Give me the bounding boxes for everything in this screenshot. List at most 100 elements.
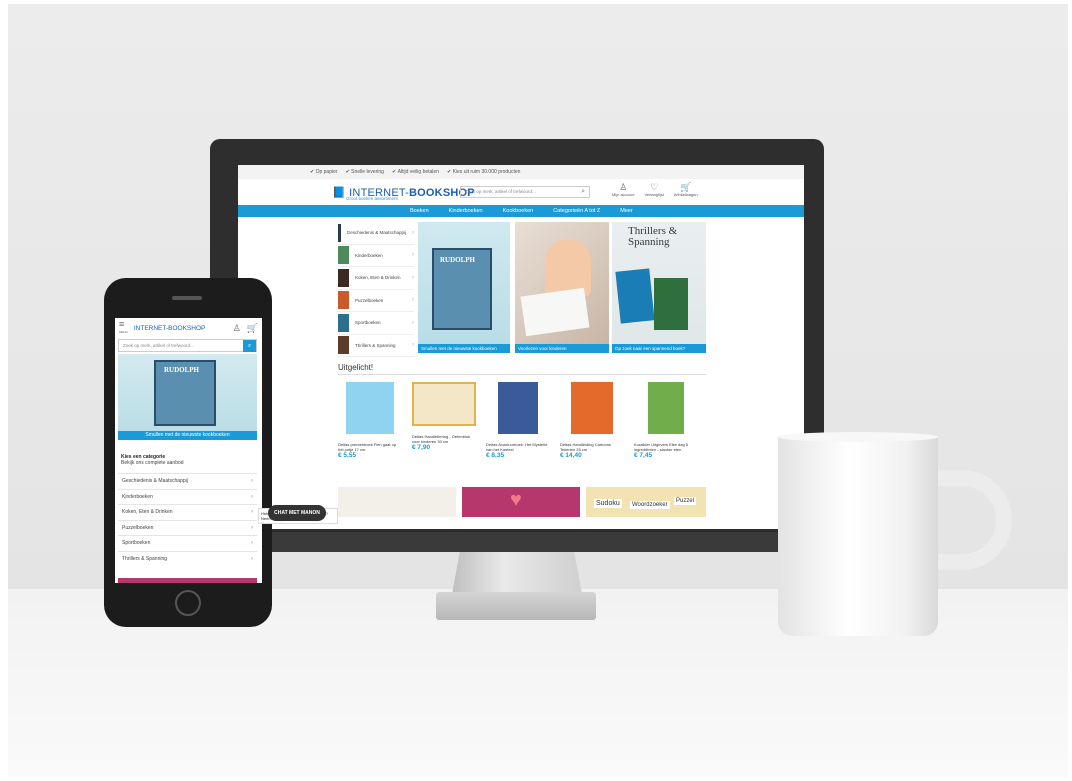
chevron-right-icon: ›	[412, 319, 414, 326]
account-link[interactable]: ♙ Mijn account	[612, 182, 634, 197]
mobile-header-icons: ♙ 🛒	[233, 323, 258, 334]
search-input[interactable]: Zoek op merk, artikel of trefwoord... ⌕	[460, 186, 590, 198]
open-book-image	[520, 287, 590, 337]
cart-icon[interactable]: 🛒	[247, 323, 258, 334]
mobile-search-input[interactable]: Zoek op merk, artikel of trefwoord... ⌕	[118, 339, 257, 352]
category-subheading: Bekijk ons complete aanbod	[121, 460, 184, 466]
cookbook-cover: RUDOLPH	[154, 360, 216, 426]
category-thumb	[338, 223, 341, 242]
product-card[interactable]: Kuratkler Uitgevers Elke dag 5 ingrediën…	[634, 382, 698, 459]
category-thumb	[338, 291, 349, 310]
usp-item: ✔ Snelle levering	[345, 169, 384, 175]
coffee-mug	[778, 436, 938, 636]
search-icon: ⌕	[247, 343, 252, 349]
cart-link[interactable]: 🛒 Winkelwagen	[674, 182, 698, 197]
featured-heading: Uitgelicht!	[338, 363, 374, 372]
menu-label: MENU	[119, 330, 128, 334]
mobile-header: ≡ MENU INTERNET-BOOKSHOP ♙ 🛒	[115, 318, 262, 338]
nav-item-meer[interactable]: Meer	[620, 208, 633, 214]
product-price: € 8,35	[486, 452, 505, 459]
banner-caption: Op zoek naar een spannend boek?	[612, 344, 706, 353]
phone-speaker	[172, 296, 202, 300]
promo-word: Sudoku	[594, 499, 622, 508]
logo-tagline: Groot boeken assortiment	[346, 196, 398, 201]
nav-item-categorieen[interactable]: Categorieën A tot Z	[553, 208, 600, 214]
chevron-right-icon: ›	[251, 524, 253, 531]
product-title: Kuratkler Uitgevers Elke dag 5 ingrediën…	[634, 442, 689, 452]
list-item[interactable]: Kinderboeken ›	[118, 488, 257, 505]
wishlist-link[interactable]: ♡ Verlanglijst	[644, 182, 663, 197]
chevron-right-icon: ›	[412, 229, 414, 236]
banner-kookboeken[interactable]: RUDOLPH Smullen met de nieuwste kookboek…	[418, 222, 510, 353]
product-cover	[571, 382, 613, 434]
product-card[interactable]: Deltas Handleiding Cartoons Tekenen 25 c…	[560, 382, 624, 459]
main-nav: Boeken Kinderboeken Kookboeken Categorie…	[238, 205, 804, 217]
product-price: € 5,55	[338, 452, 357, 459]
banner-title: Thrillers & Spanning	[628, 225, 678, 248]
product-card[interactable]: Deltas Avontuurboek: Het Mysterie van he…	[486, 382, 550, 459]
mobile-logo[interactable]: INTERNET-BOOKSHOP	[134, 325, 206, 332]
divider	[338, 374, 706, 375]
promo-tile[interactable]: Sudoku Woordzoeker Puzzel	[586, 487, 706, 517]
user-icon: ♙	[619, 182, 628, 192]
product-card[interactable]: Deltas prentenboek Fien gaat op het potj…	[338, 382, 402, 459]
chevron-right-icon: ›	[251, 478, 253, 485]
banner-caption: Smullen met de nieuwste kookboeken	[118, 431, 257, 440]
product-title: Deltas Avontuurboek: Het Mysterie van he…	[486, 442, 548, 452]
product-cover	[346, 382, 394, 434]
category-item[interactable]: Puzzelboeken ›	[338, 290, 414, 312]
category-list: Geschiedenis & Maatschappij › Kinderboeke…	[338, 222, 414, 357]
product-title: Deltas Handlettering - Oefenblok voor ki…	[412, 434, 471, 444]
book-icon: 📘	[332, 186, 346, 199]
category-item[interactable]: Sportboeken ›	[338, 312, 414, 335]
category-item[interactable]: Koken, Eten & Drinken ›	[338, 267, 414, 290]
chat-button[interactable]: CHAT MET MANON	[268, 505, 326, 521]
nav-item-kinderboeken[interactable]: Kinderboeken	[449, 208, 483, 214]
banner-thrillers[interactable]: Thrillers & Spanning Op zoek naar een sp…	[612, 222, 706, 353]
list-item[interactable]: Geschiedenis & Maatschappij ›	[118, 473, 257, 489]
nav-item-kookboeken[interactable]: Kookboeken	[503, 208, 534, 214]
heart-icon: ♥	[510, 489, 522, 511]
mobile-banner[interactable]: RUDOLPH Smullen met de nieuwste kookboek…	[118, 354, 257, 440]
phone-home-button	[175, 590, 201, 616]
banner-caption: Voorlezen voor kinderen	[515, 344, 609, 353]
product-card[interactable]: Deltas Handlettering - Oefenblok voor ki…	[412, 382, 476, 451]
menu-button[interactable]: ≡ MENU	[119, 320, 128, 336]
header-icons: ♙ Mijn account ♡ Verlanglijst 🛒 Winkelwagen	[612, 182, 698, 197]
category-header[interactable]: Kies een categorie Bekijk ons complete a…	[121, 454, 253, 466]
product-cover	[412, 382, 476, 426]
chevron-right-icon: ›	[251, 555, 253, 562]
banner-kinderboeken[interactable]: Voorlezen voor kinderen	[515, 222, 609, 353]
category-item[interactable]: Geschiedenis & Maatschappij ›	[338, 222, 414, 245]
main-content: Geschiedenis & Maatschappij › Kinderboeke…	[238, 217, 804, 529]
cookbook-cover: RUDOLPH	[432, 248, 492, 330]
product-price: € 14,40	[560, 452, 582, 459]
thriller-cover	[654, 278, 688, 330]
list-item[interactable]: Sportboeken ›	[118, 535, 257, 551]
user-icon[interactable]: ♙	[233, 323, 241, 334]
product-price: € 7,90	[412, 444, 431, 451]
heart-icon: ♡	[650, 182, 659, 192]
list-item[interactable]: Thrillers & Spanning ›	[118, 550, 257, 567]
reading-photo	[545, 240, 591, 296]
product-title: Deltas Handleiding Cartoons Tekenen 25 c…	[560, 442, 611, 452]
monitor-stand	[452, 552, 582, 594]
usp-bar: ✔ Op papier ✔ Snelle levering ✔ Altijd v…	[238, 165, 804, 179]
chevron-right-icon: ›	[251, 493, 253, 500]
cart-icon: 🛒	[680, 182, 692, 192]
product-cover	[648, 382, 684, 434]
mobile-category-list: Geschiedenis & Maatschappij › Kinderboeke…	[118, 473, 257, 566]
site-header: 📘 INTERNET-BOOKSHOP Groot boeken assorti…	[238, 179, 804, 205]
promo-tile[interactable]	[338, 487, 456, 517]
search-icon[interactable]: ⌕	[581, 188, 585, 196]
category-thumb	[338, 246, 349, 265]
thriller-cover	[615, 268, 655, 324]
category-item[interactable]: Thrillers & Spanning ›	[338, 335, 414, 357]
list-item[interactable]: Puzzelboeken ›	[118, 519, 257, 536]
nav-item-boeken[interactable]: Boeken	[410, 208, 429, 214]
category-item[interactable]: Kinderboeken ›	[338, 245, 414, 267]
search-button[interactable]: ⌕	[243, 340, 256, 352]
promo-tile[interactable]: ♥	[462, 487, 580, 517]
list-item[interactable]: Koken, Eten & Drinken ›	[118, 504, 257, 520]
mobile-website: ≡ MENU INTERNET-BOOKSHOP ♙ 🛒 Zoek op merk…	[115, 318, 262, 583]
